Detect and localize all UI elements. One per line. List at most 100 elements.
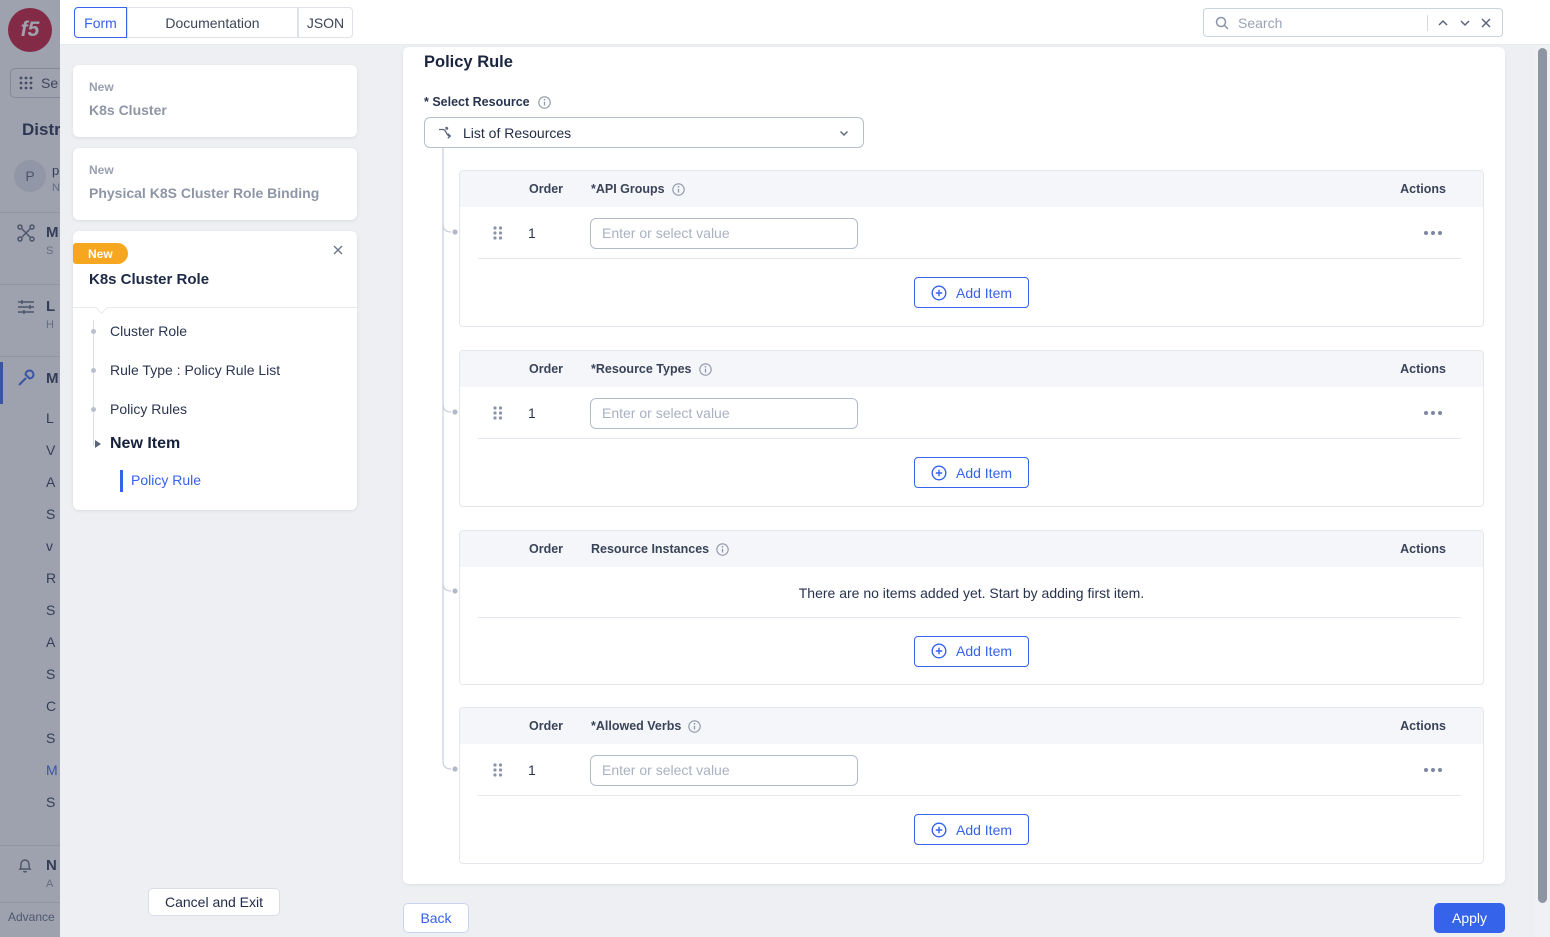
sidebar-item-multicloud-sub: S (46, 245, 53, 257)
sidebar-divider (0, 902, 60, 903)
plus-circle-icon (931, 643, 947, 659)
row-order-value: 1 (528, 405, 565, 421)
section-header: Order *API Groups Actions (460, 171, 1483, 207)
sidebar-subitem: v (46, 538, 53, 554)
multicloud-icon (15, 222, 37, 244)
sidebar-subitem: L (46, 410, 54, 426)
card-physical-k8s-cluster-role-binding[interactable]: New Physical K8S Cluster Role Binding (73, 148, 357, 220)
f5-logo: f5 (8, 8, 52, 52)
sidebar-subitem: S (46, 730, 55, 746)
tree-item-rule-type[interactable]: Rule Type : Policy Rule List (110, 362, 280, 378)
drag-handle-icon[interactable] (492, 405, 503, 421)
page-scrollbar[interactable] (1535, 45, 1550, 937)
grid-icon (19, 76, 33, 90)
actions-column-header: Actions (1400, 182, 1446, 196)
row-divider (478, 438, 1461, 439)
card-title: K8s Cluster (89, 102, 167, 118)
tab-json-label: JSON (307, 15, 344, 31)
add-item-button[interactable]: Add Item (914, 277, 1029, 308)
scrollbar-thumb[interactable] (1538, 48, 1547, 903)
search-next-icon[interactable] (1458, 16, 1472, 30)
sidebar-item-notifications-sub: A (46, 878, 53, 890)
tab-documentation[interactable]: Documentation (127, 7, 298, 38)
search-box (1203, 8, 1503, 37)
top-bar: Form Documentation JSON (60, 0, 1550, 45)
sidebar-item-notifications: N (46, 857, 57, 874)
cancel-and-exit-button[interactable]: Cancel and Exit (148, 888, 280, 916)
api-groups-input[interactable] (590, 218, 858, 249)
actions-column-header: Actions (1400, 362, 1446, 376)
info-icon[interactable] (699, 363, 712, 376)
api-groups-column-header: *API Groups (591, 182, 685, 196)
policy-rule-panel: Policy Rule * Select Resource List of Re… (403, 47, 1505, 884)
tree-bullet (91, 368, 96, 373)
table-row: 1 (460, 387, 1483, 439)
section-header: Order *Allowed Verbs Actions (460, 708, 1483, 744)
apply-button[interactable]: Apply (1434, 903, 1505, 933)
tree-item-cluster-role[interactable]: Cluster Role (110, 323, 187, 339)
select-service-label: Se (41, 75, 58, 91)
caret-right-icon (95, 440, 101, 448)
add-item-label: Add Item (956, 285, 1012, 301)
add-item-button[interactable]: Add Item (914, 814, 1029, 845)
one-of-selector-icon (437, 125, 453, 141)
sidebar-subitem: S (46, 506, 55, 522)
drag-handle-icon[interactable] (492, 762, 503, 778)
tree-item-policy-rules[interactable]: Policy Rules (110, 401, 187, 417)
card-status: New (89, 163, 114, 177)
add-item-button[interactable]: Add Item (914, 636, 1029, 667)
actions-column-header: Actions (1400, 719, 1446, 733)
resource-types-input[interactable] (590, 398, 858, 429)
info-icon[interactable] (672, 183, 685, 196)
namespace-name: p (52, 163, 59, 178)
row-actions-menu-icon[interactable] (1423, 410, 1443, 416)
tree-item-new-item[interactable]: New Item (110, 435, 180, 453)
namespace-sub: N (52, 182, 60, 194)
sidebar-item-multicloud: M (46, 224, 59, 241)
sidebar-subitem-active: M (46, 762, 58, 778)
add-item-button[interactable]: Add Item (914, 457, 1029, 488)
order-column-header: Order (529, 182, 591, 196)
field-header-label: *API Groups (591, 182, 665, 196)
wrench-icon (16, 368, 36, 388)
info-icon[interactable] (538, 96, 551, 109)
add-item-row: Add Item (460, 439, 1483, 506)
card-title: Physical K8S Cluster Role Binding (89, 185, 319, 201)
tree-bullet (91, 407, 96, 412)
drag-handle-icon[interactable] (492, 225, 503, 241)
allowed-verbs-input[interactable] (590, 755, 858, 786)
sidebar-subitem: S (46, 602, 55, 618)
select-resource-dropdown[interactable]: List of Resources (424, 117, 864, 148)
close-icon[interactable] (332, 243, 344, 261)
search-prev-icon[interactable] (1436, 16, 1450, 30)
info-icon[interactable] (688, 720, 701, 733)
field-header-label: *Allowed Verbs (591, 719, 681, 733)
add-item-label: Add Item (956, 465, 1012, 481)
info-icon[interactable] (716, 543, 729, 556)
row-actions-menu-icon[interactable] (1423, 230, 1443, 236)
row-order-value: 1 (528, 762, 565, 778)
tree-item-policy-rule[interactable]: Policy Rule (131, 472, 201, 488)
allowed-verbs-section: Order *Allowed Verbs Actions 1 Add Item (459, 707, 1484, 864)
table-row: 1 (460, 744, 1483, 796)
search-close-icon[interactable] (1480, 17, 1492, 29)
sidebar-subitem: A (46, 474, 55, 490)
tab-form[interactable]: Form (74, 7, 127, 38)
card-k8s-cluster[interactable]: New K8s Cluster (73, 65, 357, 137)
actions-column-header: Actions (1400, 542, 1446, 556)
search-input[interactable] (1238, 15, 1419, 31)
resource-types-column-header: *Resource Types (591, 362, 712, 376)
back-button[interactable]: Back (403, 903, 469, 933)
allowed-verbs-column-header: *Allowed Verbs (591, 719, 701, 733)
plus-circle-icon (931, 822, 947, 838)
row-divider (478, 617, 1461, 618)
resource-instances-section: Order Resource Instances Actions There a… (459, 530, 1484, 685)
network-icon (15, 296, 37, 318)
row-actions-menu-icon[interactable] (1423, 767, 1443, 773)
tab-json[interactable]: JSON (298, 7, 353, 38)
plus-circle-icon (931, 465, 947, 481)
order-column-header: Order (529, 719, 591, 733)
tree-current-indicator (120, 470, 123, 492)
card-status: New (89, 80, 114, 94)
sidebar-subitem: S (46, 794, 55, 810)
